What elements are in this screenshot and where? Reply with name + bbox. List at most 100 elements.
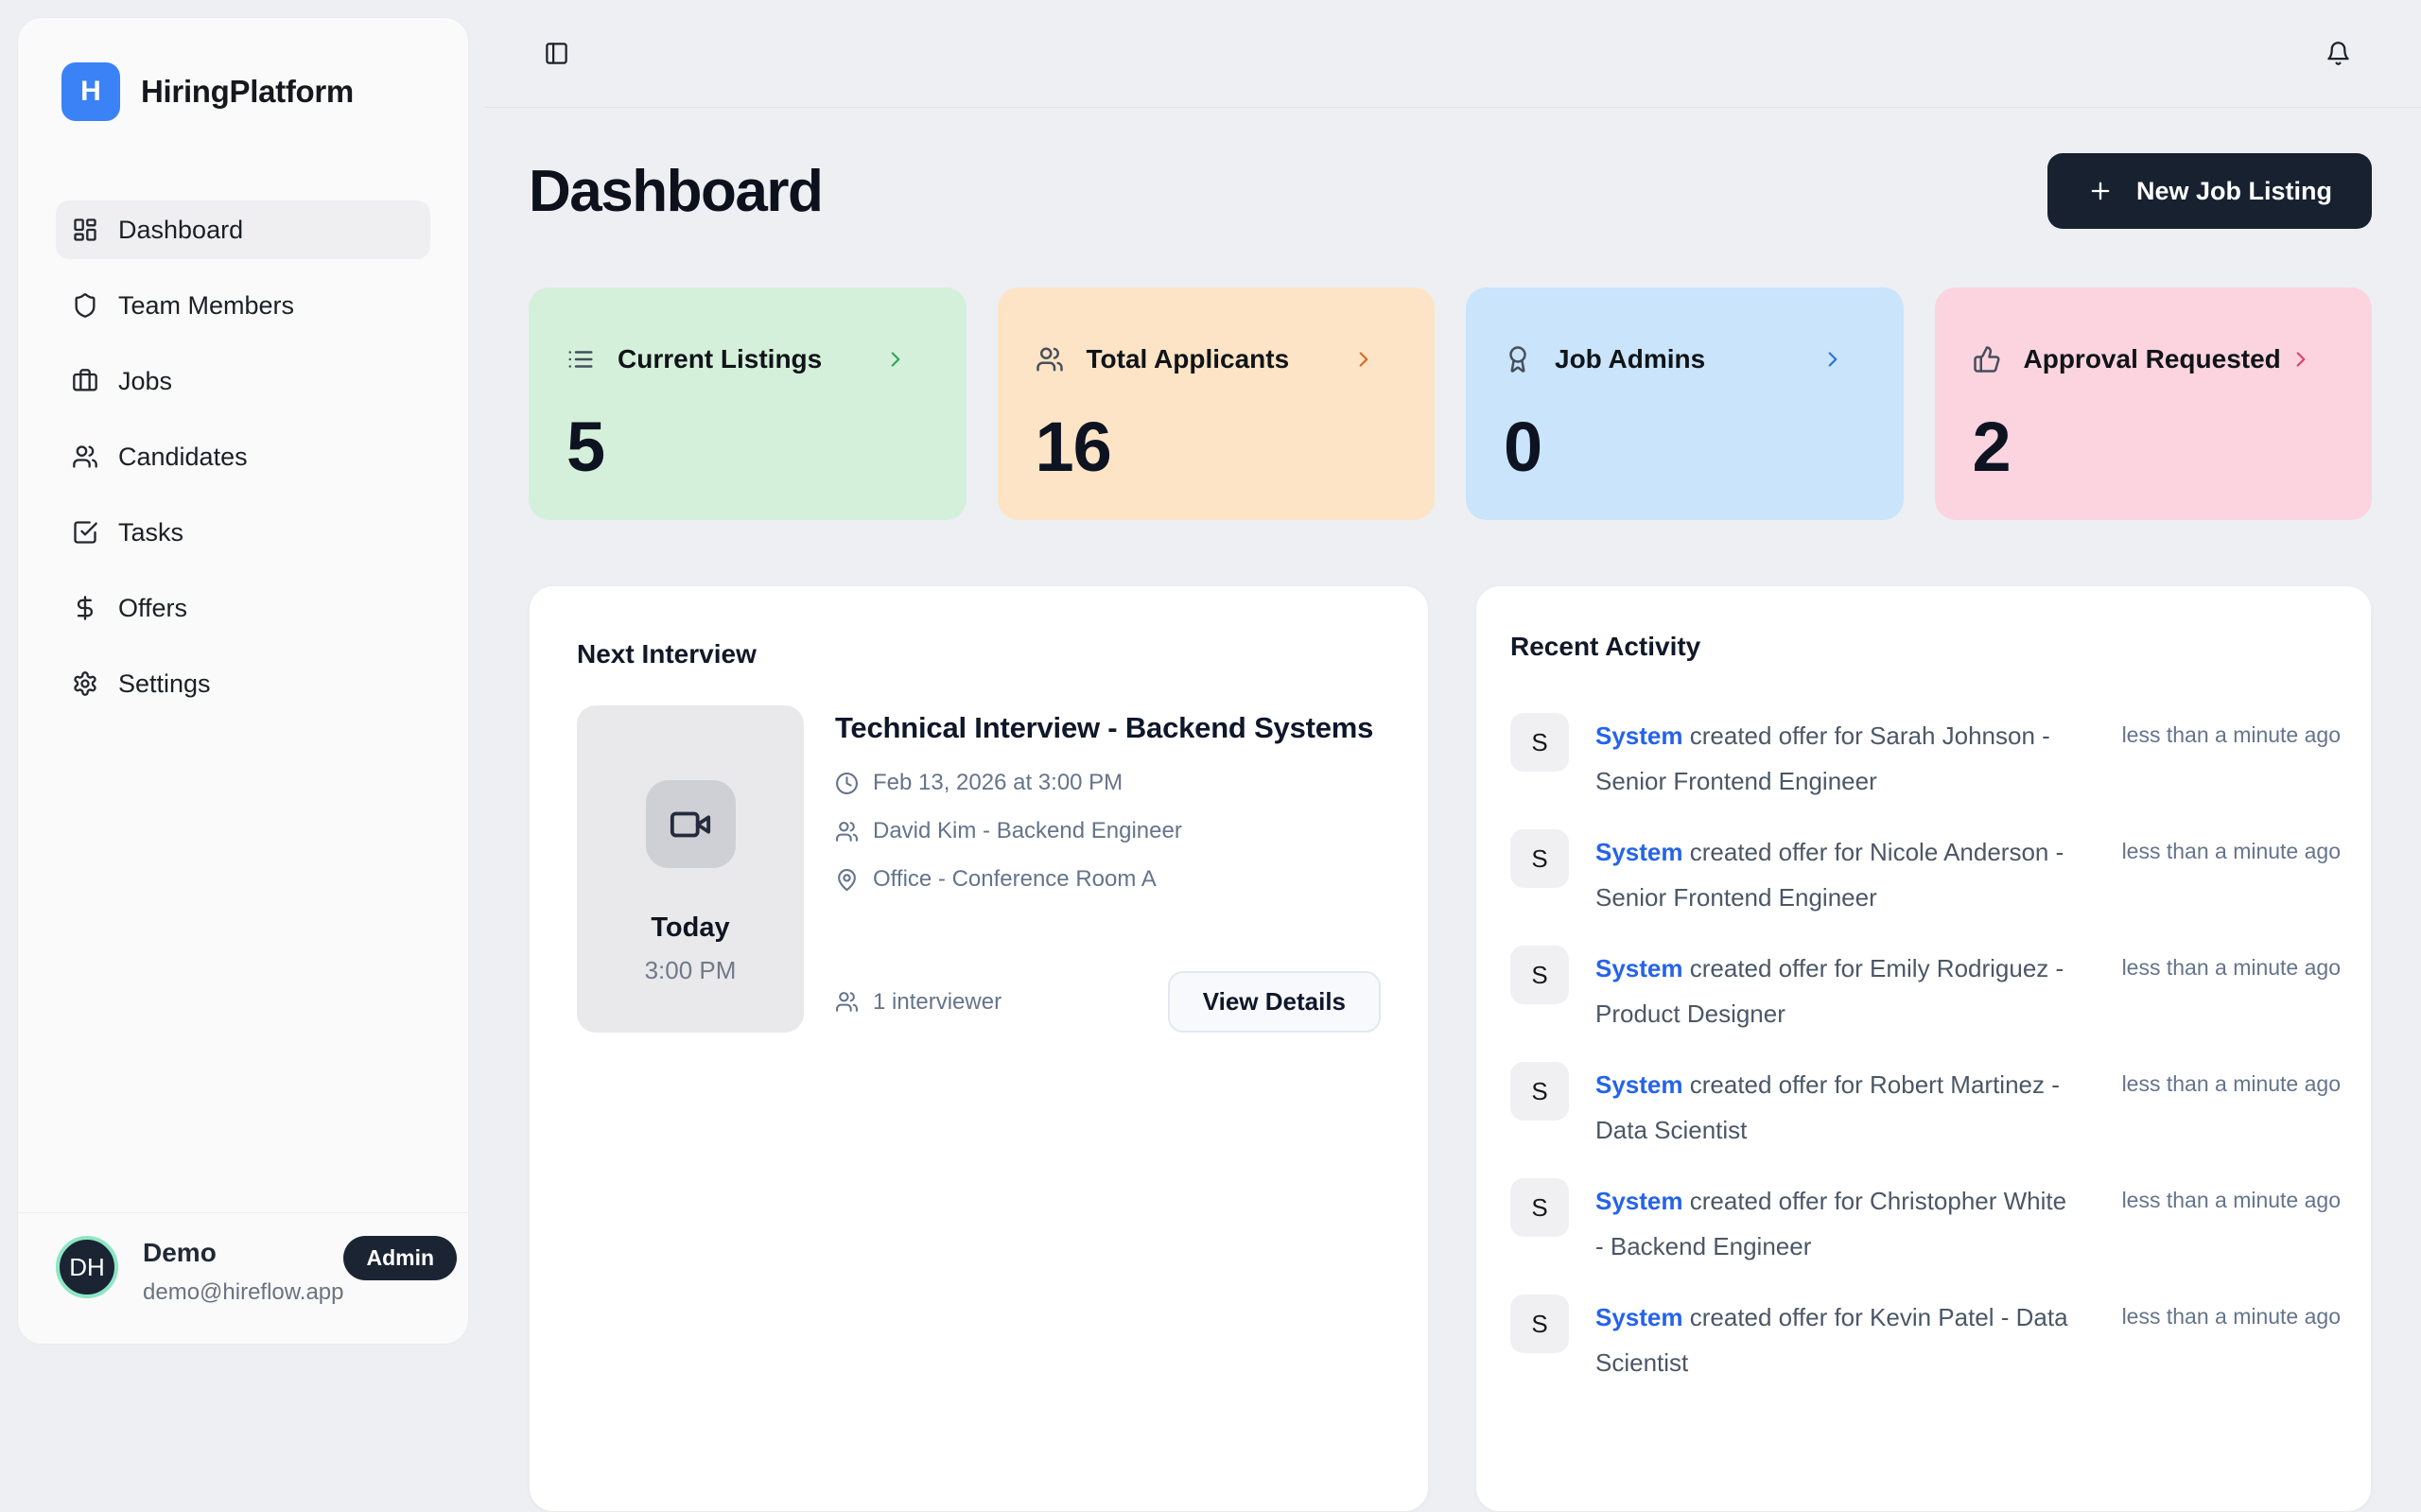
interview-meta-list: Feb 13, 2026 at 3:00 PM David Kim - Back… (835, 770, 1381, 893)
users-icon (72, 443, 98, 470)
new-job-listing-button[interactable]: New Job Listing (2047, 153, 2372, 229)
activity-actor: System (1595, 954, 1683, 982)
activity-item: S System created offer for Nicole Anders… (1510, 829, 2341, 920)
interview-datetime-row: Feb 13, 2026 at 3:00 PM (835, 770, 1381, 796)
award-icon (1504, 345, 1532, 374)
activity-item: S System created offer for Emily Rodrigu… (1510, 946, 2341, 1036)
user-menu[interactable]: DH Demo demo@hireflow.app Admin (18, 1212, 468, 1344)
next-interview-title: Next Interview (577, 639, 1381, 669)
sidebar-item-label: Settings (118, 669, 211, 699)
notifications-bell-icon[interactable] (2325, 41, 2351, 66)
sidebar-item-jobs[interactable]: Jobs (56, 352, 430, 410)
activity-timestamp: less than a minute ago (2122, 1062, 2341, 1097)
plus-icon (2087, 178, 2114, 204)
activity-timestamp: less than a minute ago (2122, 946, 2341, 981)
activity-item: S System created offer for Robert Martin… (1510, 1062, 2341, 1153)
interview-location-row: Office - Conference Room A (835, 866, 1381, 893)
video-camera-icon (669, 803, 712, 846)
recent-activity-panel: Recent Activity S System created offer f… (1475, 585, 2372, 1512)
stat-card-job-admins[interactable]: Job Admins 0 (1466, 287, 1904, 520)
sidebar-toggle-icon[interactable] (544, 41, 569, 66)
activity-timestamp: less than a minute ago (2122, 1295, 2341, 1330)
activity-text: System created offer for Kevin Patel - D… (1595, 1295, 2068, 1385)
sidebar-item-label: Team Members (118, 291, 294, 321)
view-details-button[interactable]: View Details (1168, 971, 1381, 1033)
interview-heading: Technical Interview - Backend Systems (835, 705, 1381, 750)
interview-details: Technical Interview - Backend Systems Fe… (835, 705, 1381, 1033)
clock-icon (835, 772, 859, 795)
activity-actor: System (1595, 721, 1683, 750)
panels-row: Next Interview Today 3:00 PM Technical I… (529, 585, 2372, 1512)
interview-card: Today 3:00 PM Technical Interview - Back… (577, 705, 1381, 1033)
activity-list: S System created offer for Sarah Johnson… (1510, 713, 2341, 1385)
next-interview-panel: Next Interview Today 3:00 PM Technical I… (529, 585, 1429, 1512)
activity-avatar: S (1510, 713, 1569, 772)
briefcase-icon (72, 368, 98, 394)
activity-avatar: S (1510, 1178, 1569, 1237)
user-meta: Demo demo@hireflow.app (143, 1236, 343, 1306)
brand-name: HiringPlatform (141, 74, 354, 110)
video-icon-box (646, 780, 736, 868)
stat-value: 16 (1036, 407, 1398, 487)
activity-text: System created offer for Emily Rodriguez… (1595, 946, 2068, 1036)
users-icon (835, 820, 859, 843)
sidebar-item-tasks[interactable]: Tasks (56, 503, 430, 562)
stat-label: Total Applicants (1087, 344, 1290, 374)
sidebar-item-dashboard[interactable]: Dashboard (56, 200, 430, 259)
thumbs-up-icon (1973, 345, 2001, 374)
stat-label: Current Listings (618, 344, 822, 374)
check-square-icon (72, 519, 98, 546)
stat-card-total-applicants[interactable]: Total Applicants 16 (998, 287, 1436, 520)
stat-label: Approval Requested (2024, 344, 2281, 374)
page-head: Dashboard New Job Listing (529, 153, 2372, 229)
stat-card-approval-requested[interactable]: Approval Requested 2 (1935, 287, 2373, 520)
activity-item: S System created offer for Kevin Patel -… (1510, 1295, 2341, 1385)
avatar: DH (56, 1236, 118, 1298)
stat-card-current-listings[interactable]: Current Listings 5 (529, 287, 967, 520)
avatar-initials: DH (69, 1253, 105, 1282)
sidebar-item-label: Dashboard (118, 216, 243, 245)
users-icon (1036, 345, 1064, 374)
chevron-right-icon (883, 347, 908, 372)
brand-logo-letter: H (80, 76, 101, 108)
sidebar-item-settings[interactable]: Settings (56, 654, 430, 713)
sidebar-item-label: Tasks (118, 518, 183, 547)
sidebar: H HiringPlatform Dashboard Team Members … (17, 17, 469, 1345)
sidebar-item-team-members[interactable]: Team Members (56, 276, 430, 335)
topbar (485, 0, 2421, 108)
interview-person-row: David Kim - Backend Engineer (835, 818, 1381, 844)
interviewer-count: 1 interviewer (873, 989, 1001, 1016)
dollar-icon (72, 595, 98, 621)
brand: H HiringPlatform (18, 18, 468, 121)
chevron-right-icon (1820, 347, 1845, 372)
recent-activity-title: Recent Activity (1510, 632, 2341, 662)
activity-text: System created offer for Sarah Johnson -… (1595, 713, 2068, 804)
stats-row: Current Listings 5 Total Applicants 16 J… (529, 287, 2372, 520)
activity-avatar: S (1510, 1062, 1569, 1121)
user-name: Demo (143, 1238, 343, 1268)
activity-timestamp: less than a minute ago (2122, 829, 2341, 864)
stat-value: 0 (1504, 407, 1866, 487)
sidebar-item-offers[interactable]: Offers (56, 579, 430, 637)
activity-avatar: S (1510, 1295, 1569, 1353)
chevron-right-icon (1351, 347, 1376, 372)
activity-actor: System (1595, 1187, 1683, 1215)
gear-icon (72, 670, 98, 697)
activity-actor: System (1595, 1303, 1683, 1331)
sidebar-item-candidates[interactable]: Candidates (56, 427, 430, 486)
interviewer-count-row: 1 interviewer (835, 989, 1001, 1016)
activity-timestamp: less than a minute ago (2122, 1178, 2341, 1213)
page-title: Dashboard (529, 158, 822, 225)
interview-location: Office - Conference Room A (873, 866, 1157, 893)
sidebar-item-label: Jobs (118, 367, 172, 396)
interview-person: David Kim - Backend Engineer (873, 818, 1182, 844)
users-icon (835, 990, 859, 1014)
map-pin-icon (835, 868, 859, 892)
activity-text: System created offer for Christopher Whi… (1595, 1178, 2068, 1269)
interview-bottom-row: 1 interviewer View Details (835, 971, 1381, 1033)
stat-value: 2 (1973, 407, 2335, 487)
interview-time: 3:00 PM (645, 956, 737, 985)
sidebar-item-label: Candidates (118, 443, 248, 472)
sidebar-item-label: Offers (118, 594, 187, 623)
interview-day: Today (651, 912, 729, 944)
